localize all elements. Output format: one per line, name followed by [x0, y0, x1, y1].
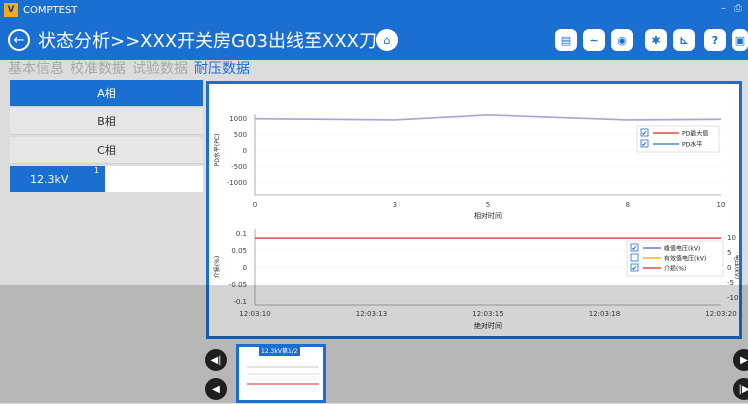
- first-button[interactable]: ◀|: [205, 349, 227, 371]
- exit-button[interactable]: ▣: [732, 29, 748, 51]
- tab-calibration[interactable]: 校准数据: [70, 58, 126, 78]
- chart-area: 10005000-500-10000 3 5 8 10相对时间PD水平(PC)✔ PD最大…: [213, 113, 741, 330]
- phase-a-label: A相: [97, 87, 116, 100]
- legend-label: 峰值电压(kV): [664, 245, 700, 253]
- restore-icon[interactable]: ⎙: [734, 3, 742, 14]
- skip-back-icon: ◀|: [210, 354, 222, 366]
- phase-b[interactable]: B相: [10, 108, 203, 135]
- help-button[interactable]: ?: [704, 29, 726, 51]
- y-tick-label: 0.05: [231, 247, 247, 255]
- clipboard-icon: ▤: [560, 33, 572, 47]
- camera-icon: ◉: [617, 33, 627, 47]
- arrow-left-icon: ←: [13, 32, 25, 48]
- legend-check-icon: ✔: [642, 130, 648, 138]
- title-bar: V COMPTEST – ⎙: [0, 0, 748, 20]
- thumbnail-label: 12.3kV第1/2: [259, 347, 300, 356]
- y-tick-label: 500: [234, 131, 247, 139]
- clipboard-button[interactable]: ▤: [555, 29, 577, 51]
- y-axis-label: PD水平(PC): [213, 134, 221, 167]
- x-tick-label: 12:03:20: [705, 310, 736, 318]
- gear-icon: ✱: [651, 33, 661, 47]
- phase-c[interactable]: C相: [10, 137, 203, 164]
- tab-test-data[interactable]: 试验数据: [132, 58, 188, 78]
- voltage-item[interactable]: 12.3kV 1: [10, 166, 105, 192]
- help-icon: ?: [711, 33, 719, 47]
- legend-check-icon: ✔: [632, 265, 638, 273]
- phase-c-label: C相: [97, 144, 116, 157]
- x-tick-label: 12:03:13: [356, 310, 387, 318]
- legend-checkbox: [630, 253, 639, 262]
- x-tick-label: 12:03:10: [239, 310, 270, 318]
- y-tick-label: 0: [243, 264, 247, 272]
- y-tick-label: -500: [231, 163, 247, 171]
- x-tick-label: 12:03:15: [472, 310, 503, 318]
- minimize-icon[interactable]: –: [721, 3, 726, 14]
- y2-tick-label: 0: [727, 264, 731, 272]
- x-tick-label: 8: [626, 201, 630, 209]
- legend-label: PD最大值: [682, 130, 708, 138]
- x-tick-label: 0: [253, 201, 257, 209]
- y2-tick-label: 5: [727, 249, 731, 257]
- chart-panel: 1000 500 0 -500 -1000 0 3 5 8 10 相对时间 PD水平(PC) ✔ PD最大…: [206, 81, 742, 339]
- phase-b-label: B相: [97, 115, 116, 128]
- prev-button[interactable]: ◀: [205, 378, 227, 400]
- y2-tick-label: 10: [727, 234, 736, 242]
- y-tick-label: -1000: [227, 179, 247, 187]
- next-button[interactable]: ▶: [733, 349, 748, 371]
- y2-tick-label: -5: [727, 279, 734, 287]
- nav-bar: ← 状态分析>>XXX开关房G03出线至XXX刀...: [0, 20, 748, 60]
- y2-axis-label: 电压(kV): [733, 255, 739, 279]
- exit-icon: ▣: [734, 33, 746, 47]
- legend-check-icon: ✔: [632, 245, 638, 253]
- home-button[interactable]: ⌂: [376, 29, 398, 51]
- voltage-label: 12.3kV: [30, 172, 69, 186]
- voltage-item-detail: [105, 166, 203, 192]
- app-name: COMPTEST: [23, 4, 78, 16]
- x-tick-label: 10: [717, 201, 726, 209]
- trend-icon: ∼: [589, 33, 599, 47]
- y-axis-label: 介损(%): [213, 256, 221, 278]
- x-axis-label: 绝对时间: [474, 321, 502, 330]
- x-tick-label: 12:03:18: [589, 310, 620, 318]
- y-tick-label: -0.05: [229, 281, 247, 289]
- legend-label: 有效值电压(kV): [664, 255, 706, 263]
- page-title: 状态分析>>XXX开关房G03出线至XXX刀...: [38, 31, 395, 52]
- settings-button[interactable]: ✱: [645, 29, 667, 51]
- arrow-left-icon: ◀: [212, 383, 220, 395]
- chart-button[interactable]: ⊾: [673, 29, 695, 51]
- voltage-badge: 1: [94, 166, 100, 175]
- y-tick-label: 0.1: [236, 230, 247, 238]
- phase-a[interactable]: A相: [10, 80, 203, 107]
- legend-label: PD水平: [682, 141, 702, 149]
- x-tick-label: 3: [393, 201, 397, 209]
- last-button[interactable]: |▶: [733, 378, 748, 400]
- x-axis-label: 相对时间: [474, 211, 502, 220]
- y-tick-label: 1000: [229, 115, 247, 123]
- chart-icon: ⊾: [679, 33, 689, 47]
- tab-bar: 基本信息 校准数据 试验数据 耐压数据: [8, 58, 250, 78]
- tab-basic-info[interactable]: 基本信息: [8, 58, 64, 78]
- y-tick-label: 0: [243, 147, 247, 155]
- skip-forward-icon: |▶: [738, 383, 748, 395]
- camera-button[interactable]: ◉: [611, 29, 633, 51]
- tab-withstand[interactable]: 耐压数据: [194, 58, 250, 78]
- thumbnail[interactable]: 12.3kV第1/2: [236, 344, 326, 403]
- arrow-right-icon: ▶: [740, 354, 748, 366]
- legend-check-icon: ✔: [642, 141, 648, 149]
- app-logo-icon: V: [4, 3, 18, 17]
- home-icon: ⌂: [383, 33, 391, 47]
- trend-button[interactable]: ∼: [583, 29, 605, 51]
- x-tick-label: 5: [486, 201, 490, 209]
- legend-label: 介损(%): [664, 265, 686, 273]
- back-button[interactable]: ←: [8, 29, 30, 51]
- y-tick-label: -0.1: [233, 298, 247, 306]
- y2-tick-label: -10: [727, 294, 738, 302]
